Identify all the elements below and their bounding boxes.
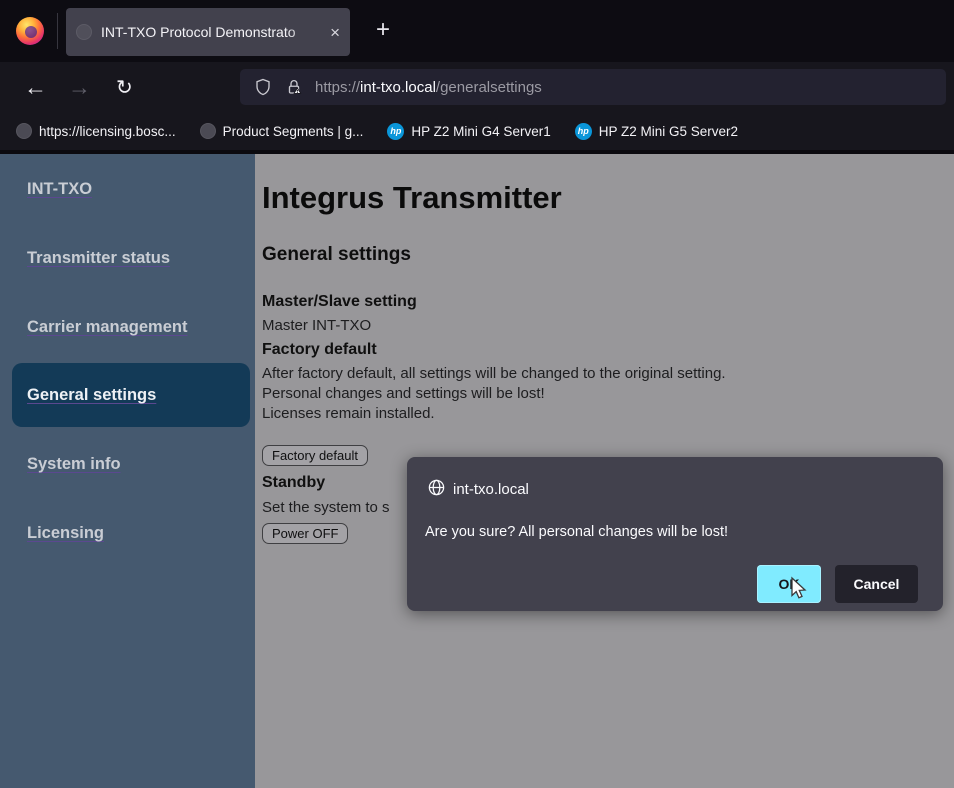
- bookmark-label: https://licensing.bosc...: [39, 124, 176, 139]
- bookmark-licensing[interactable]: https://licensing.bosc...: [16, 123, 176, 139]
- master-slave-value: Master INT-TXO: [262, 317, 371, 334]
- globe-icon: [427, 478, 446, 497]
- tab-separator: [57, 13, 58, 49]
- firefox-icon[interactable]: [16, 17, 44, 45]
- page-content: INT-TXO Transmitter status Carrier manag…: [0, 150, 954, 788]
- factory-default-line3: Licenses remain installed.: [262, 405, 435, 422]
- site-favicon-icon: [76, 24, 92, 40]
- factory-default-heading: Factory default: [262, 341, 377, 359]
- hp-logo-icon: hp: [575, 123, 592, 140]
- bookmark-product-segments[interactable]: Product Segments | g...: [200, 123, 364, 139]
- url-path: /generalsettings: [436, 79, 542, 96]
- sidebar-item-licensing[interactable]: Licensing: [0, 501, 255, 565]
- dialog-site: int-txo.local: [453, 481, 529, 498]
- back-button[interactable]: ←: [24, 72, 47, 102]
- bookmark-label: HP Z2 Mini G4 Server1: [411, 124, 550, 139]
- url-scheme: https://: [315, 79, 360, 96]
- power-off-button[interactable]: Power OFF: [262, 523, 348, 544]
- bookmarks-bar: https://licensing.bosc... Product Segmen…: [0, 112, 954, 150]
- cancel-button[interactable]: Cancel: [835, 565, 918, 603]
- active-tab[interactable]: INT-TXO Protocol Demonstrato ×: [66, 8, 350, 56]
- bookmark-label: HP Z2 Mini G5 Server2: [599, 124, 738, 139]
- bookmark-hp-server2[interactable]: hp HP Z2 Mini G5 Server2: [575, 123, 738, 140]
- sidebar-item-general-settings[interactable]: General settings: [12, 363, 250, 427]
- factory-default-line2: Personal changes and settings will be lo…: [262, 385, 545, 402]
- globe-icon: [16, 123, 32, 139]
- confirm-dialog: int-txo.local Are you sure? All personal…: [407, 457, 943, 611]
- sidebar-item-carrier-management[interactable]: Carrier management: [0, 295, 255, 359]
- dialog-message: Are you sure? All personal changes will …: [425, 524, 728, 540]
- master-slave-heading: Master/Slave setting: [262, 293, 417, 311]
- bookmark-hp-server1[interactable]: hp HP Z2 Mini G4 Server1: [387, 123, 550, 140]
- page-title: Integrus Transmitter: [262, 180, 562, 216]
- standby-description: Set the system to s: [262, 499, 390, 516]
- url-bar[interactable]: https://int-txo.local/generalsettings: [240, 69, 946, 105]
- standby-heading: Standby: [262, 474, 325, 492]
- browser-window: INT-TXO Protocol Demonstrato × + ← → ↻ h…: [0, 0, 954, 788]
- reload-button[interactable]: ↻: [116, 73, 133, 103]
- section-heading: General settings: [262, 244, 411, 266]
- shield-icon[interactable]: [254, 78, 272, 96]
- tab-title: INT-TXO Protocol Demonstrato: [101, 24, 326, 40]
- dialog-buttons: OK Cancel: [757, 565, 918, 603]
- ok-button[interactable]: OK: [757, 565, 821, 603]
- factory-default-line1: After factory default, all settings will…: [262, 365, 726, 382]
- sidebar-item-transmitter-status[interactable]: Transmitter status: [0, 226, 255, 290]
- tab-close-icon[interactable]: ×: [330, 24, 340, 41]
- forward-button[interactable]: →: [68, 72, 91, 102]
- sidebar-item-int-txo[interactable]: INT-TXO: [0, 157, 255, 221]
- bookmark-label: Product Segments | g...: [223, 124, 364, 139]
- globe-icon: [200, 123, 216, 139]
- sidebar: INT-TXO Transmitter status Carrier manag…: [0, 154, 255, 788]
- sidebar-item-system-info[interactable]: System info: [0, 432, 255, 496]
- url-host: int-txo.local: [360, 79, 436, 96]
- hp-logo-icon: hp: [387, 123, 404, 140]
- url-text: https://int-txo.local/generalsettings: [315, 79, 542, 96]
- lock-warning-icon[interactable]: [285, 78, 303, 96]
- new-tab-button[interactable]: +: [368, 16, 398, 46]
- navigation-toolbar: ← → ↻ https://int-txo.local/generalsetti…: [0, 62, 954, 112]
- tab-bar: INT-TXO Protocol Demonstrato × +: [0, 0, 954, 62]
- factory-default-button[interactable]: Factory default: [262, 445, 368, 466]
